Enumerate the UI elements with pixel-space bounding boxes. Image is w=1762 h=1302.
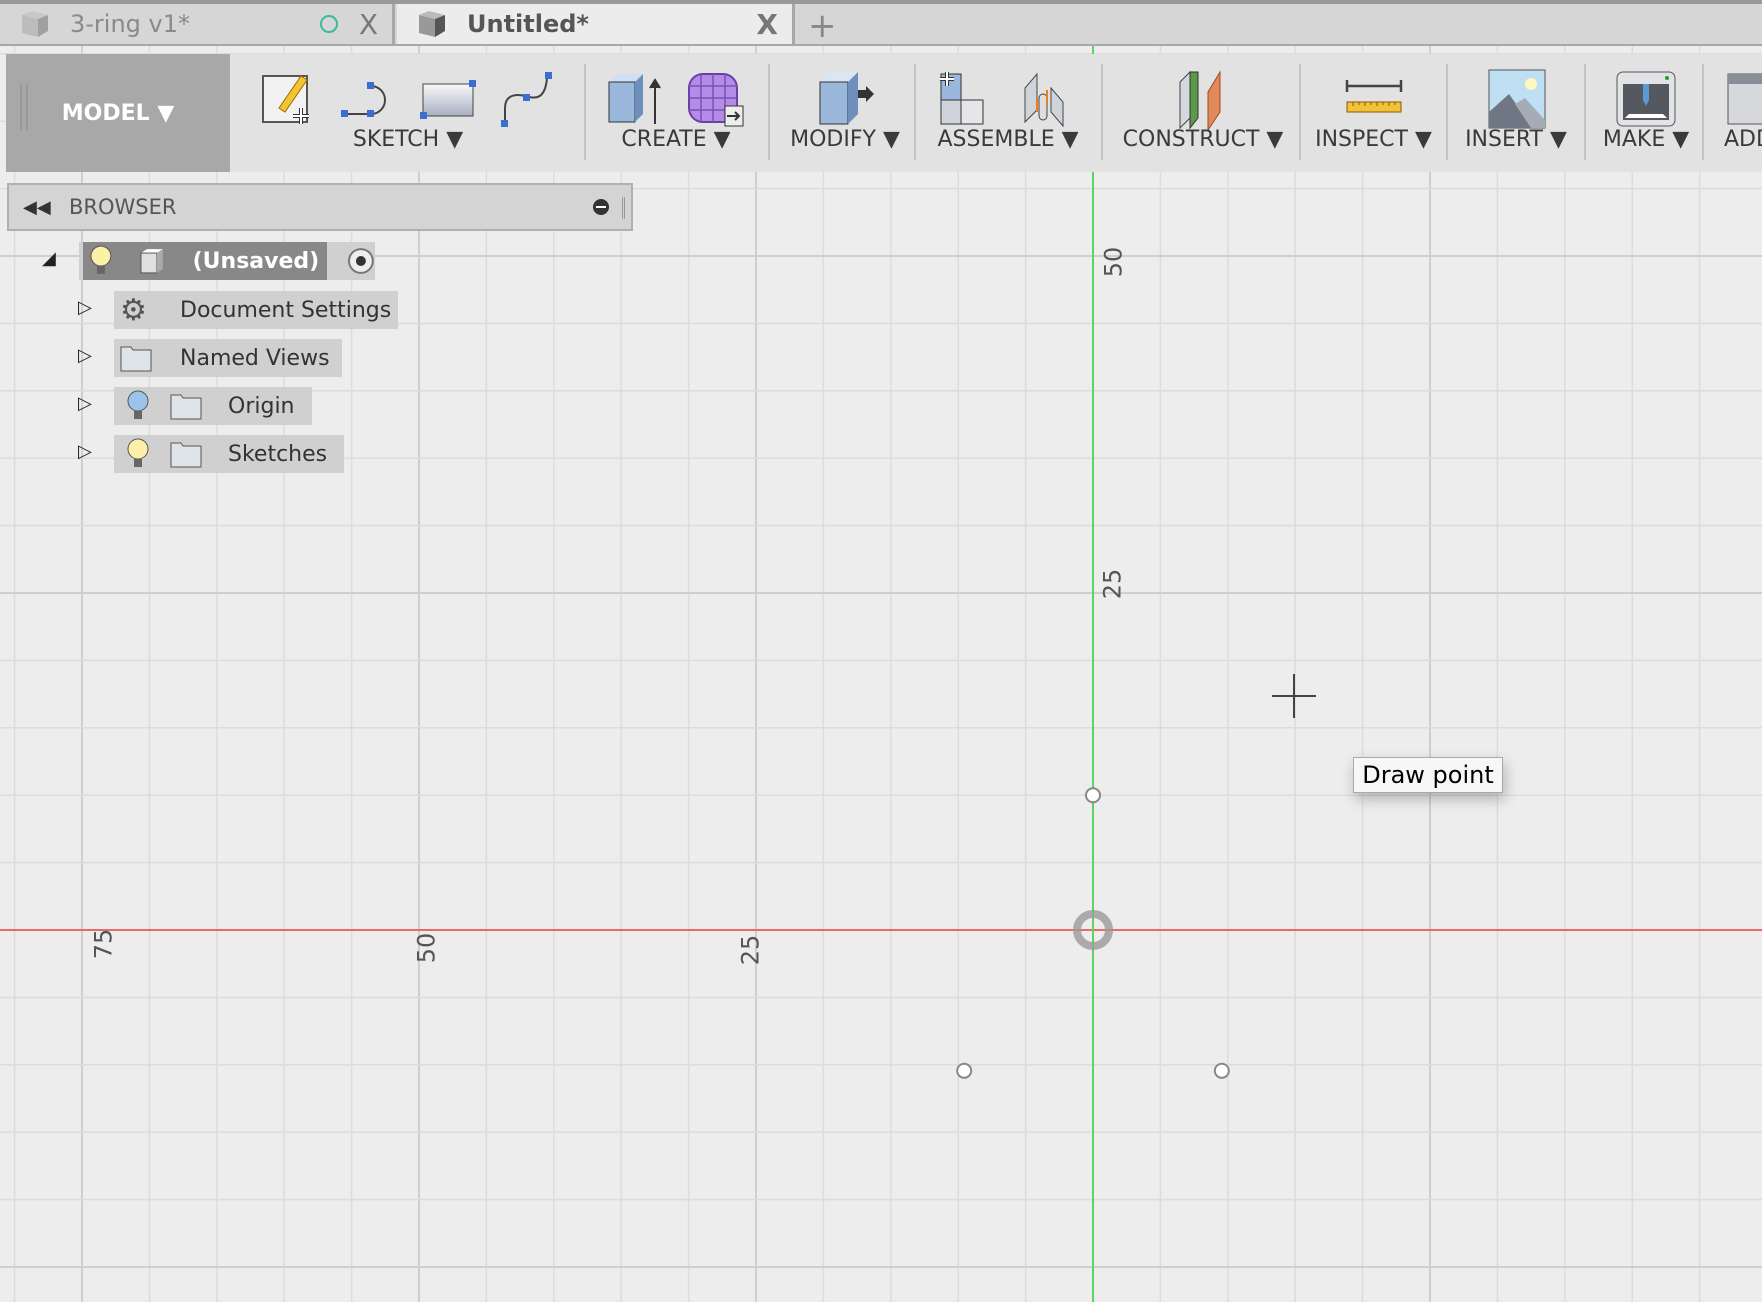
saved-status-icon (320, 15, 338, 33)
item-label: Sketches (228, 441, 328, 467)
expand-triangle-icon[interactable]: ▷ (78, 297, 92, 318)
form-icon[interactable] (685, 68, 747, 130)
3d-print-icon[interactable] (1615, 68, 1677, 130)
sketch-point (956, 1062, 973, 1079)
workspace-label: MODEL ▼ (61, 100, 175, 126)
browser-item-document-settings[interactable]: ⚙ Document Settings (114, 291, 398, 329)
create-sketch-icon[interactable] (257, 68, 319, 130)
toolbar-divider (1702, 64, 1704, 160)
tab-3-ring[interactable]: 3-ring v1* X (0, 4, 395, 44)
create-group[interactable]: CREATE ▼ (586, 54, 766, 172)
lightbulb-icon[interactable] (89, 244, 113, 278)
lightbulb-icon[interactable] (126, 389, 150, 423)
axis-label-x-50: 50 (412, 932, 441, 964)
make-menu[interactable]: MAKE ▼ (1586, 127, 1706, 152)
joint-icon[interactable] (1017, 68, 1079, 130)
new-tab-button[interactable]: + (808, 6, 837, 46)
assemble-group[interactable]: ASSEMBLE ▼ (916, 54, 1100, 172)
add-ins-menu[interactable]: ADD (1724, 127, 1762, 152)
modify-group[interactable]: MODIFY ▼ (770, 54, 920, 172)
tab-label: Untitled* (467, 10, 589, 38)
folder-icon (170, 442, 202, 468)
sketch-menu[interactable]: SKETCH ▼ (240, 127, 576, 152)
new-component-icon[interactable] (937, 68, 999, 130)
item-label: Named Views (180, 345, 330, 371)
tab-label: 3-ring v1* (70, 10, 191, 38)
item-label: Origin (228, 393, 295, 419)
measure-icon[interactable] (1343, 68, 1405, 130)
cube-icon (22, 11, 48, 37)
construct-menu[interactable]: CONSTRUCT ▼ (1103, 127, 1303, 152)
browser-item-origin[interactable]: Origin (114, 387, 312, 425)
cube-icon (419, 11, 445, 37)
insert-image-icon[interactable] (1485, 68, 1547, 130)
arc-icon[interactable] (337, 68, 399, 130)
gear-icon: ⚙ (120, 292, 147, 328)
browser-item-sketches[interactable]: Sketches (114, 435, 344, 473)
insert-menu[interactable]: INSERT ▼ (1448, 127, 1584, 152)
item-label: Document Settings (180, 297, 392, 323)
browser-title: BROWSER (69, 195, 177, 219)
spline-icon[interactable] (497, 68, 559, 130)
axis-label-y-25: 25 (1098, 568, 1127, 600)
lightbulb-icon[interactable] (126, 437, 150, 471)
inspect-menu[interactable]: INSPECT ▼ (1301, 127, 1446, 152)
rectangle-icon[interactable] (417, 68, 479, 130)
folder-icon (120, 346, 152, 372)
create-menu[interactable]: CREATE ▼ (586, 127, 766, 152)
assemble-menu[interactable]: ASSEMBLE ▼ (916, 127, 1100, 152)
press-pull-icon[interactable] (814, 68, 876, 130)
inspect-group[interactable]: INSPECT ▼ (1301, 54, 1446, 172)
workspace-switcher[interactable]: MODEL ▼ (6, 54, 230, 172)
toolbar-grip[interactable] (20, 84, 28, 130)
add-ins-icon[interactable] (1724, 68, 1762, 130)
expand-triangle-icon[interactable]: ▷ (78, 345, 92, 366)
collapse-browser-icon[interactable]: ◀◀ (23, 197, 53, 218)
root-label: (Unsaved) (192, 248, 320, 274)
sketch-point (1085, 787, 1101, 804)
hide-browser-icon[interactable] (593, 199, 609, 215)
make-group[interactable]: MAKE ▼ (1586, 54, 1706, 172)
component-icon (140, 249, 163, 274)
axis-label-x-25: 25 (736, 934, 765, 966)
browser-root-node[interactable]: (Unsaved) (79, 242, 375, 280)
construct-group[interactable]: CONSTRUCT ▼ (1103, 54, 1303, 172)
document-tab-bar: 3-ring v1* X Untitled* X + (0, 0, 1762, 46)
offset-plane-icon[interactable] (1172, 68, 1234, 130)
browser-resize-grip[interactable] (622, 197, 625, 219)
sketch-group[interactable]: SKETCH ▼ (240, 54, 576, 172)
insert-group[interactable]: INSERT ▼ (1448, 54, 1584, 172)
sketch-point (1213, 1062, 1230, 1079)
expand-triangle-icon[interactable]: ▷ (78, 393, 92, 414)
browser-item-named-views[interactable]: Named Views (114, 339, 342, 377)
add-ins-group[interactable]: ADD (1724, 54, 1762, 172)
toolbar: MODEL ▼ SKETCH ▼ CREATE ▼ MODIFY ▼ ASSEM… (6, 54, 1762, 172)
tab-untitled[interactable]: Untitled* X (397, 4, 795, 44)
close-tab-button[interactable]: X (359, 8, 378, 41)
extrude-icon[interactable] (605, 68, 667, 130)
draw-point-tooltip: Draw point (1353, 757, 1503, 793)
expand-triangle-icon[interactable]: ▷ (78, 441, 92, 462)
axis-label-x-75: 75 (89, 928, 118, 960)
modify-menu[interactable]: MODIFY ▼ (770, 127, 920, 152)
collapse-triangle-icon[interactable]: ◢ (42, 248, 56, 269)
browser-header: ◀◀ BROWSER (7, 183, 633, 231)
axis-label-y-50: 50 (1099, 246, 1128, 278)
folder-icon (170, 394, 202, 420)
close-tab-button[interactable]: X (756, 8, 778, 41)
activate-radio-icon[interactable] (347, 247, 375, 275)
crosshair-cursor-icon (1272, 674, 1316, 718)
